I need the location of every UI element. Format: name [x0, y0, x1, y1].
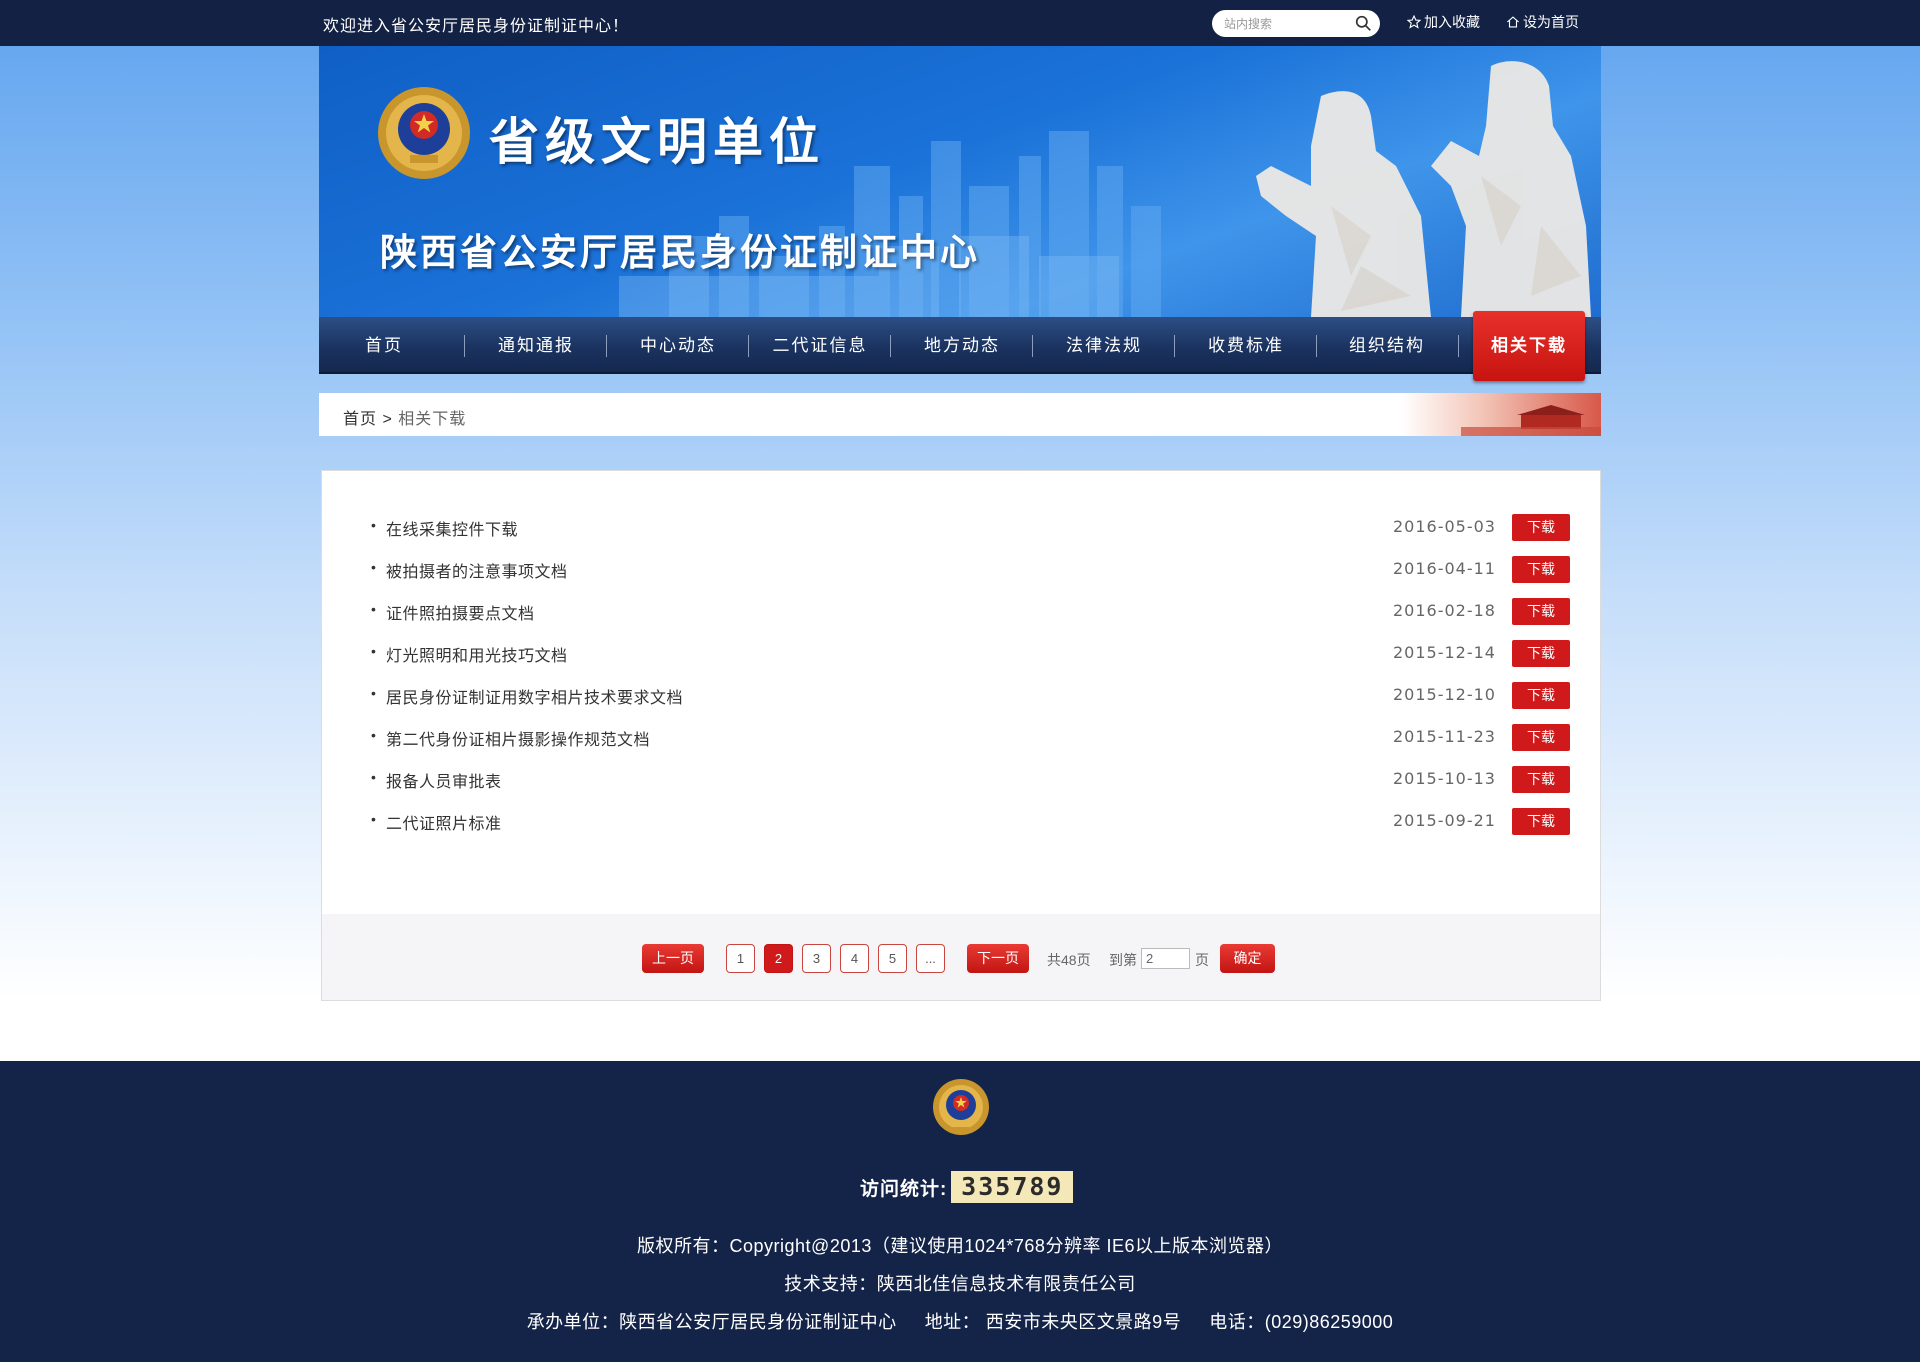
main-nav: 首页 通知通报 中心动态 二代证信息 地方动态 法律法规 收费标准 组织结构 相…: [319, 311, 1601, 381]
bullet: •: [371, 643, 376, 659]
home-icon: [1507, 16, 1519, 28]
list-item-date: 2015-11-23: [1393, 727, 1496, 746]
nav-item-fees[interactable]: 收费标准: [1175, 317, 1317, 374]
breadcrumb-bar: 首页 > 相关下载: [319, 393, 1601, 436]
page-unit-label: 页: [1195, 952, 1209, 968]
bullet: •: [371, 559, 376, 575]
header-banner: 省级文明单位 陕西省公安厅居民身份证制证中心: [319, 46, 1601, 317]
footer: 访问统计: 335789 版权所有：Copyright@2013（建议使用102…: [0, 1061, 1920, 1362]
list-item-title[interactable]: 被拍摄者的注意事项文档: [386, 558, 568, 582]
nav-item-organization[interactable]: 组织结构: [1317, 317, 1457, 374]
list-item: • 灯光照明和用光技巧文档 2015-12-14 下载: [371, 640, 1570, 668]
breadcrumb-separator: >: [382, 411, 393, 428]
nav-item-local-news[interactable]: 地方动态: [891, 317, 1033, 374]
organizer-text: 承办单位：陕西省公安厅居民身份证制证中心: [526, 1312, 897, 1332]
download-button[interactable]: 下载: [1512, 556, 1570, 583]
list-item-date: 2015-09-21: [1393, 811, 1496, 830]
star-icon: [1407, 15, 1421, 29]
list-item: • 报备人员审批表 2015-10-13 下载: [371, 766, 1570, 794]
bullet: •: [371, 601, 376, 617]
breadcrumb: 首页 > 相关下载: [343, 405, 466, 429]
bullet: •: [371, 727, 376, 743]
list-item: • 被拍摄者的注意事项文档 2016-04-11 下载: [371, 556, 1570, 584]
search-box[interactable]: [1212, 10, 1380, 37]
nav-item-notices[interactable]: 通知通报: [465, 317, 607, 374]
list-item-title[interactable]: 证件照拍摄要点文档: [386, 600, 535, 624]
goto-label: 到第: [1109, 952, 1137, 968]
contact-line: 承办单位：陕西省公安厅居民身份证制证中心 地址： 西安市未央区文景路9号 电话：(0…: [0, 1308, 1920, 1334]
tiananmen-decoration-image: [1401, 393, 1601, 436]
download-button[interactable]: 下载: [1512, 598, 1570, 625]
nav-item-id-card-info[interactable]: 二代证信息: [749, 317, 891, 374]
confirm-goto-button[interactable]: 确定: [1220, 944, 1275, 973]
nav-item-downloads-active[interactable]: 相关下载: [1473, 311, 1585, 381]
download-button[interactable]: 下载: [1512, 640, 1570, 667]
list-item-title[interactable]: 在线采集控件下载: [386, 516, 518, 540]
list-item-date: 2016-02-18: [1393, 601, 1496, 620]
bullet: •: [371, 811, 376, 827]
page-ellipsis[interactable]: ...: [916, 944, 945, 973]
list-item: • 二代证照片标准 2015-09-21 下载: [371, 808, 1570, 836]
download-button[interactable]: 下载: [1512, 514, 1570, 541]
banner-slogan: 省级文明单位: [489, 113, 825, 171]
list-item: • 居民身份证制证用数字相片技术要求文档 2015-12-10 下载: [371, 682, 1570, 710]
nav-item-center-news[interactable]: 中心动态: [607, 317, 749, 374]
search-input[interactable]: [1224, 14, 1354, 33]
page-number-5[interactable]: 5: [878, 944, 907, 973]
breadcrumb-home-link[interactable]: 首页: [343, 411, 377, 428]
list-item-title[interactable]: 二代证照片标准: [386, 810, 502, 834]
bullet: •: [371, 685, 376, 701]
visit-counter: 访问统计: 335789: [860, 1171, 1074, 1203]
pagination: 上一页 1 2 3 4 5 ... 下一页 共48页 到第 页 确定: [322, 914, 1600, 1000]
list-item: • 第二代身份证相片摄影操作规范文档 2015-11-23 下载: [371, 724, 1570, 752]
list-item-date: 2015-12-10: [1393, 685, 1496, 704]
list-item-date: 2016-04-11: [1393, 559, 1496, 578]
set-homepage-label: 设为首页: [1523, 14, 1579, 30]
list-item-date: 2015-10-13: [1393, 769, 1496, 788]
police-emblem-small: [933, 1079, 989, 1135]
top-bar: 欢迎进入省公安厅居民身份证制证中心！ 加入收藏 设为首页: [0, 0, 1920, 46]
list-item-title[interactable]: 第二代身份证相片摄影操作规范文档: [386, 726, 650, 750]
list-item-title[interactable]: 居民身份证制证用数字相片技术要求文档: [386, 684, 683, 708]
bullet: •: [371, 517, 376, 533]
nav-divider: [1458, 335, 1459, 357]
list-item-title[interactable]: 报备人员审批表: [386, 768, 502, 792]
set-homepage-link[interactable]: 设为首页: [1506, 12, 1579, 32]
search-icon[interactable]: [1355, 15, 1372, 32]
add-favorite-link[interactable]: 加入收藏: [1407, 12, 1480, 32]
goto-page-input[interactable]: [1141, 948, 1190, 969]
list-item-date: 2016-05-03: [1393, 517, 1496, 536]
download-button[interactable]: 下载: [1512, 682, 1570, 709]
list-item-title[interactable]: 灯光照明和用光技巧文档: [386, 642, 568, 666]
breadcrumb-current: 相关下载: [398, 411, 467, 428]
welcome-text: 欢迎进入省公安厅居民身份证制证中心！: [323, 18, 630, 35]
download-button[interactable]: 下载: [1512, 766, 1570, 793]
saluting-officers-graphic: [1256, 61, 1591, 317]
total-pages-text: 共48页: [1047, 952, 1091, 968]
nav-item-home[interactable]: 首页: [319, 317, 449, 374]
copyright-text: 版权所有：Copyright@2013（建议使用1024*768分辨率 IE6以…: [637, 1236, 1283, 1256]
download-button[interactable]: 下载: [1512, 724, 1570, 751]
police-emblem-logo: [378, 87, 470, 179]
visits-label: 访问统计:: [860, 1178, 948, 1200]
banner-site-name: 陕西省公安厅居民身份证制证中心: [380, 231, 980, 274]
next-page-button[interactable]: 下一页: [967, 944, 1029, 973]
list-item: • 在线采集控件下载 2016-05-03 下载: [371, 514, 1570, 542]
page-number-4[interactable]: 4: [840, 944, 869, 973]
phone-text: 电话：(029)86259000: [1209, 1312, 1394, 1332]
nav-item-laws[interactable]: 法律法规: [1033, 317, 1175, 374]
page-number-3[interactable]: 3: [802, 944, 831, 973]
page-number-2-current[interactable]: 2: [764, 944, 793, 973]
list-item: • 证件照拍摄要点文档 2016-02-18 下载: [371, 598, 1570, 626]
download-list-panel: • 在线采集控件下载 2016-05-03 下载 • 被拍摄者的注意事项文档 2…: [321, 470, 1601, 1001]
tech-support-text: 技术支持：陕西北佳信息技术有限责任公司: [784, 1274, 1136, 1294]
page-number-1[interactable]: 1: [726, 944, 755, 973]
visits-count: 335789: [951, 1171, 1074, 1203]
address-text: 地址： 西安市未央区文景路9号: [924, 1312, 1182, 1332]
download-button[interactable]: 下载: [1512, 808, 1570, 835]
add-favorite-label: 加入收藏: [1424, 14, 1480, 30]
bullet: •: [371, 769, 376, 785]
prev-page-button[interactable]: 上一页: [642, 944, 704, 973]
list-item-date: 2015-12-14: [1393, 643, 1496, 662]
